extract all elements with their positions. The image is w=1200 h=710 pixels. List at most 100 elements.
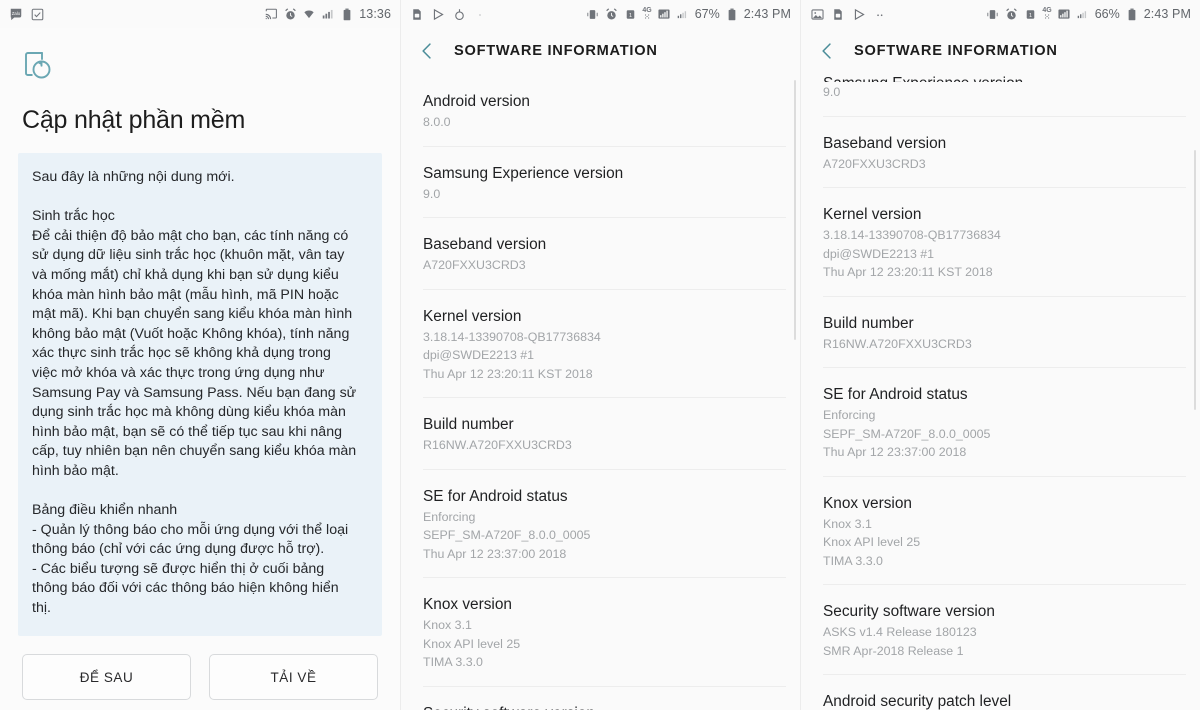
status-bar-mid-right-icons: 1 4G ⁙ 67% 2:43 PM: [585, 7, 791, 21]
settings-row-title: Android version: [423, 93, 530, 110]
alarm-icon: [604, 7, 618, 21]
settings-row[interactable]: Security software versionASKS v1.4 Relea…: [401, 685, 800, 710]
notes-line: Sau đây là những nội dung mới.: [32, 169, 235, 185]
status-bar-mid: 1 4G ⁙ 67% 2:43 PM: [401, 0, 800, 28]
sync-icon: [452, 7, 466, 21]
settings-row-title: Security software version: [823, 603, 995, 620]
battery-icon: [340, 7, 354, 21]
status-bar-right-icons-right: 1 4G ⁙ 66% 2:43 PM: [985, 7, 1191, 21]
settings-row[interactable]: Kernel version 3.18.14-13390708-QB1773683…: [801, 187, 1200, 296]
settings-row-title: Samsung Experience version: [823, 74, 1178, 82]
notes-spacer: [32, 482, 368, 502]
signal2-icon: [1076, 7, 1090, 21]
notes-line: không bảo mật (Vuốt hoặc Không khóa), tí…: [32, 325, 350, 342]
settings-row[interactable]: Build number R16NW.A720FXXU3CRD3: [801, 295, 1200, 368]
software-info-list-mid[interactable]: Android version 8.0.0 Samsung Experience v…: [401, 74, 800, 710]
app-header-right: SOFTWARE INFORMATION: [801, 28, 1200, 74]
settings-row-value: Enforcing: [423, 509, 476, 524]
settings-row-title: Kernel version: [423, 307, 522, 325]
settings-row-title: SE for Android status: [423, 487, 568, 505]
settings-row-value: Knox API level 25: [423, 636, 521, 651]
notes-spacer: [32, 188, 368, 208]
settings-row[interactable]: Baseband version A720FXXU3CRD3: [801, 115, 1200, 188]
settings-row-value: Thu Apr 12 23:20:11 KST 2018: [823, 265, 993, 279]
download-button[interactable]: TẢI VỀ: [209, 654, 378, 700]
scrollbar-thumb-mid[interactable]: [794, 80, 796, 340]
alarm-icon: [1004, 7, 1018, 21]
status-bar-left: Zalo 13:36: [0, 0, 400, 28]
settings-row[interactable]: Build number R16NW.A720FXXU3CRD3: [401, 397, 800, 469]
notes-line: dụng sinh trắc học mà không dùng kiểu kh…: [32, 404, 346, 421]
notes-line: Sinh trắc học: [32, 208, 115, 225]
status-bar-mid-icons: [410, 7, 487, 21]
scrollbar-thumb-right[interactable]: [1194, 150, 1196, 410]
vibrate-icon: [985, 7, 999, 21]
status-bar-right: 1 4G ⁙ 66% 2:43 PM: [801, 0, 1200, 28]
notes-line: hình bảo mật, bạn sẽ có thể tiếp tục sau…: [32, 423, 342, 440]
settings-row-value: Thu Apr 12 23:37:00 2018: [823, 445, 967, 459]
notes-spacer: [32, 619, 368, 636]
software-information-panel-1: 1 4G ⁙ 67% 2:43 PM SOFTWARE INFORMATION …: [400, 0, 800, 710]
settings-row-title: Knox version: [423, 596, 512, 613]
settings-row[interactable]: Samsung Experience version 9.0: [401, 145, 800, 218]
back-chevron-icon[interactable]: [416, 40, 438, 62]
status-bar-time: 2:43 PM: [743, 7, 791, 21]
settings-row-value: Thu Apr 12 23:20:11 KST 2018: [423, 366, 593, 381]
settings-row-value: 3.18.14-13390708-QB17736834: [423, 329, 601, 344]
settings-row[interactable]: Security software versionASKS v1.4 Relea…: [801, 584, 1200, 674]
play-icon: [431, 7, 445, 21]
wifi-icon: [302, 7, 316, 21]
battery-percent: 67%: [694, 7, 720, 21]
status-bar-right-icons-left: [810, 7, 887, 21]
notes-line: thị.: [32, 600, 51, 617]
play-icon: [852, 7, 866, 21]
settings-row-title: Baseband version: [423, 236, 547, 253]
settings-row[interactable]: Kernel version 3.18.14-13390708-QB1773683…: [401, 288, 800, 398]
settings-row-value: R16NW.A720FXXU3CRD3: [423, 438, 572, 452]
vibrate-icon: [585, 7, 599, 21]
sim1-icon: 1: [623, 7, 637, 21]
settings-row[interactable]: Knox version Knox 3.1 Knox API level 25 TIM…: [401, 577, 800, 686]
settings-row[interactable]: SE for Android status Enforcing SEPF_SM-A7…: [401, 468, 800, 578]
settings-row[interactable]: Android security patch levelApril 1, 201…: [801, 674, 1200, 710]
software-info-list-right[interactable]: Samsung Experience version 9.0 Baseband ve…: [801, 74, 1200, 710]
settings-row-value: A720FXXU3CRD3: [823, 156, 926, 171]
software-update-icon: [22, 50, 56, 84]
settings-row[interactable]: Samsung Experience version 9.0: [801, 74, 1200, 116]
notes-line: và mống mắt) chỉ khả dụng khi bạn sử dụn…: [32, 266, 339, 283]
settings-row-value: TIMA 3.3.0: [423, 655, 483, 669]
settings-row-title: Kernel version: [823, 206, 922, 223]
svg-text:1: 1: [629, 12, 632, 18]
notes-line: cấp, tuy nhiên bạn nên chuyển sang kiểu …: [32, 443, 357, 460]
signal2-icon: [676, 7, 690, 21]
battery-percent: 66%: [1094, 7, 1120, 21]
app-title: SOFTWARE INFORMATION: [854, 43, 1058, 59]
settings-row-value: Knox 3.1: [423, 618, 472, 632]
notes-line: sử dụng dữ liệu sinh trắc học (khuôn mặt…: [32, 247, 345, 264]
net-4g-icon: 4G ⁙: [642, 7, 652, 21]
software-update-panel: Zalo 13:36 Cập nhật phần mềm Sau đây là …: [0, 0, 400, 710]
settings-row-title: Build number: [423, 416, 514, 433]
back-chevron-icon[interactable]: [816, 40, 838, 62]
status-bar-left-icons: Zalo: [9, 7, 44, 21]
settings-row-title: Security software version: [423, 703, 778, 710]
settings-row[interactable]: SE for Android status Enforcing SEPF_SM-A7…: [801, 367, 1200, 476]
settings-row[interactable]: Android version 8.0.0: [401, 74, 800, 146]
dot-icon: [473, 7, 487, 21]
alarm-icon: [283, 7, 297, 21]
image-icon: [810, 7, 824, 21]
notes-line: Bảng điều khiển nhanh: [32, 502, 178, 519]
status-bar-time: 13:36: [359, 7, 391, 21]
sim-icon: [410, 7, 424, 21]
settings-row[interactable]: Baseband version A720FXXU3CRD3: [401, 217, 800, 289]
signal-icon: [321, 7, 335, 21]
settings-row[interactable]: Knox version Knox 3.1 Knox API level 25 TIM…: [801, 475, 1200, 585]
later-button[interactable]: ĐỂ SAU: [22, 654, 191, 700]
settings-row-title: Knox version: [823, 494, 912, 512]
app-title: SOFTWARE INFORMATION: [454, 43, 658, 59]
settings-row-value: dpi@SWDE2213 #1: [823, 246, 935, 261]
status-bar-right-icons: 13:36: [264, 7, 391, 21]
settings-row-value: SEPF_SM-A720F_8.0.0_0005: [823, 426, 991, 441]
settings-row-value: SEPF_SM-A720F_8.0.0_0005: [423, 528, 591, 542]
more-icon: [873, 7, 887, 21]
